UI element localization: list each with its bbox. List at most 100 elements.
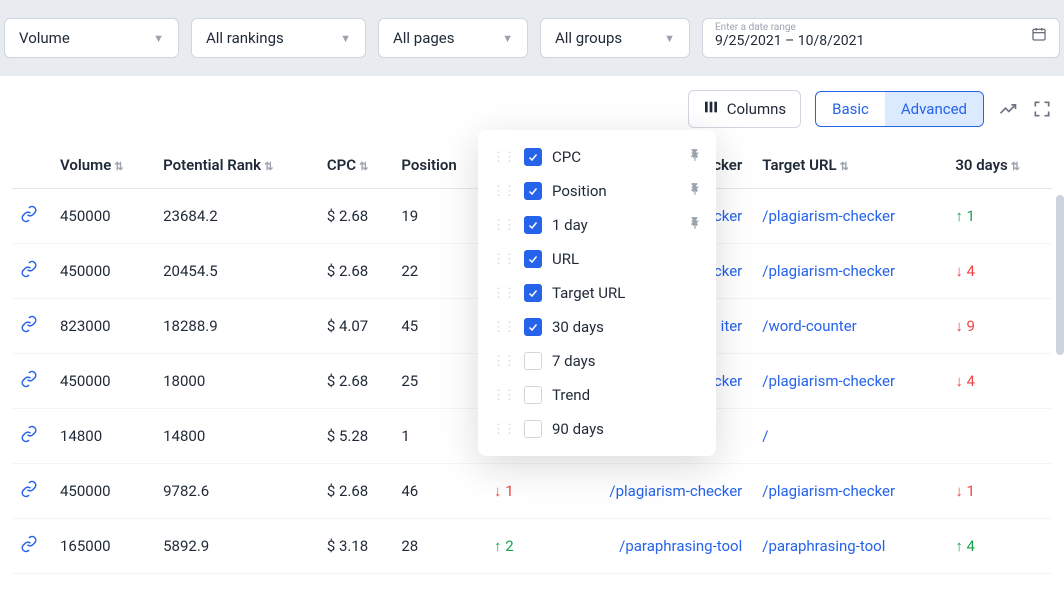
cell-target-url[interactable]: /word-counter xyxy=(754,299,947,354)
columns-label: Columns xyxy=(727,100,786,118)
cell-30days: ↑ 4 xyxy=(947,519,1052,574)
scrollbar[interactable] xyxy=(1056,195,1064,355)
cell-position: 46 xyxy=(393,464,486,519)
delta-up: ↑ 2 xyxy=(494,537,514,555)
cell-1day: ↓ 1 xyxy=(486,464,556,519)
columns-dropdown: ⋮⋮ CPC ⋮⋮ Position ⋮⋮ 1 day ⋮⋮ URL ⋮⋮ Ta… xyxy=(478,130,716,456)
link-icon[interactable] xyxy=(20,370,38,388)
drag-handle-icon[interactable]: ⋮⋮ xyxy=(492,422,514,437)
drag-handle-icon[interactable]: ⋮⋮ xyxy=(492,252,514,267)
column-option[interactable]: ⋮⋮ Position xyxy=(478,174,716,208)
link-icon[interactable] xyxy=(20,535,38,553)
column-option[interactable]: ⋮⋮ 90 days xyxy=(478,412,716,446)
column-option[interactable]: ⋮⋮ Target URL xyxy=(478,276,716,310)
cell-rank: 18288.9 xyxy=(155,299,319,354)
columns-button[interactable]: Columns xyxy=(688,90,801,128)
drag-handle-icon[interactable]: ⋮⋮ xyxy=(492,286,514,301)
checkbox[interactable] xyxy=(524,284,542,302)
col-position[interactable]: Position xyxy=(393,142,486,189)
link-icon[interactable] xyxy=(20,480,38,498)
delta-down: ↓ 4 xyxy=(955,262,975,280)
cell-30days: ↓ 4 xyxy=(947,244,1052,299)
chart-icon[interactable] xyxy=(998,99,1018,119)
drag-handle-icon[interactable]: ⋮⋮ xyxy=(492,218,514,233)
checkbox[interactable] xyxy=(524,420,542,438)
checkbox[interactable] xyxy=(524,216,542,234)
cell-rank: 20454.5 xyxy=(155,244,319,299)
date-range-picker[interactable]: Enter a date range 9/25/2021 – 10/8/2021 xyxy=(702,18,1060,58)
checkbox[interactable] xyxy=(524,148,542,166)
column-option[interactable]: ⋮⋮ CPC xyxy=(478,140,716,174)
cell-target-url[interactable]: /plagiarism-checker xyxy=(754,464,947,519)
cell-rank: 14800 xyxy=(155,409,319,464)
link-icon[interactable] xyxy=(20,315,38,333)
cell-cpc: $ 2.68 xyxy=(319,464,394,519)
cell-target-url[interactable]: /plagiarism-checker xyxy=(754,244,947,299)
checkbox[interactable] xyxy=(524,250,542,268)
cell-30days xyxy=(947,409,1052,464)
column-option-label: 90 days xyxy=(552,420,604,438)
cell-30days: ↓ 9 xyxy=(947,299,1052,354)
advanced-toggle[interactable]: Advanced xyxy=(885,92,983,126)
fullscreen-icon[interactable] xyxy=(1032,99,1052,119)
cell-1day: ↑ 2 xyxy=(486,519,556,574)
link-icon[interactable] xyxy=(20,260,38,278)
cell-target-url[interactable]: /plagiarism-checker xyxy=(754,189,947,244)
pin-icon[interactable] xyxy=(688,216,702,234)
date-range-value: 9/25/2021 – 10/8/2021 xyxy=(715,33,864,49)
cell-cpc: $ 4.07 xyxy=(319,299,394,354)
column-option[interactable]: ⋮⋮ Trend xyxy=(478,378,716,412)
cell-url[interactable]: /paraphrasing-tool xyxy=(556,519,754,574)
col-potential-rank[interactable]: Potential Rank⇅ xyxy=(155,142,319,189)
checkbox[interactable] xyxy=(524,318,542,336)
link-icon[interactable] xyxy=(20,425,38,443)
column-option[interactable]: ⋮⋮ 30 days xyxy=(478,310,716,344)
column-option-label: URL xyxy=(552,250,579,268)
drag-handle-icon[interactable]: ⋮⋮ xyxy=(492,184,514,199)
cell-volume: 450000 xyxy=(52,189,155,244)
chevron-down-icon: ▼ xyxy=(340,32,351,45)
checkbox[interactable] xyxy=(524,352,542,370)
rankings-filter[interactable]: All rankings ▼ xyxy=(191,18,366,58)
column-option[interactable]: ⋮⋮ 1 day xyxy=(478,208,716,242)
col-30-days[interactable]: 30 days⇅ xyxy=(947,142,1052,189)
drag-handle-icon[interactable]: ⋮⋮ xyxy=(492,150,514,165)
cell-volume: 450000 xyxy=(52,244,155,299)
delta-down: ↓ 1 xyxy=(955,482,975,500)
checkbox[interactable] xyxy=(524,182,542,200)
cell-volume: 450000 xyxy=(52,354,155,409)
delta-up: ↑ 1 xyxy=(955,207,975,225)
cell-position: 25 xyxy=(393,354,486,409)
delta-down: ↓ 9 xyxy=(955,317,975,335)
cell-target-url[interactable]: / xyxy=(754,409,947,464)
col-volume[interactable]: Volume⇅ xyxy=(52,142,155,189)
pages-filter[interactable]: All pages ▼ xyxy=(378,18,528,58)
pin-icon[interactable] xyxy=(688,148,702,166)
cell-rank: 18000 xyxy=(155,354,319,409)
column-option[interactable]: ⋮⋮ URL xyxy=(478,242,716,276)
basic-toggle[interactable]: Basic xyxy=(816,92,885,126)
cell-target-url[interactable]: /paraphrasing-tool xyxy=(754,519,947,574)
pin-icon[interactable] xyxy=(688,182,702,200)
cell-volume: 165000 xyxy=(52,519,155,574)
volume-filter[interactable]: Volume ▼ xyxy=(4,18,179,58)
cell-target-url[interactable]: /plagiarism-checker xyxy=(754,354,947,409)
link-icon[interactable] xyxy=(20,205,38,223)
col-target-url[interactable]: Target URL⇅ xyxy=(754,142,947,189)
cell-position: 1 xyxy=(393,409,486,464)
column-option[interactable]: ⋮⋮ 7 days xyxy=(478,344,716,378)
col-cpc[interactable]: CPC⇅ xyxy=(319,142,394,189)
cell-rank: 5892.9 xyxy=(155,519,319,574)
column-option-label: CPC xyxy=(552,148,581,166)
chevron-down-icon: ▼ xyxy=(153,32,164,45)
checkbox[interactable] xyxy=(524,386,542,404)
columns-icon xyxy=(703,99,719,119)
calendar-icon xyxy=(1031,26,1047,46)
drag-handle-icon[interactable]: ⋮⋮ xyxy=(492,388,514,403)
cell-cpc: $ 2.68 xyxy=(319,354,394,409)
groups-filter[interactable]: All groups ▼ xyxy=(540,18,690,58)
drag-handle-icon[interactable]: ⋮⋮ xyxy=(492,354,514,369)
drag-handle-icon[interactable]: ⋮⋮ xyxy=(492,320,514,335)
delta-down: ↓ 4 xyxy=(955,372,975,390)
cell-url[interactable]: /plagiarism-checker xyxy=(556,464,754,519)
